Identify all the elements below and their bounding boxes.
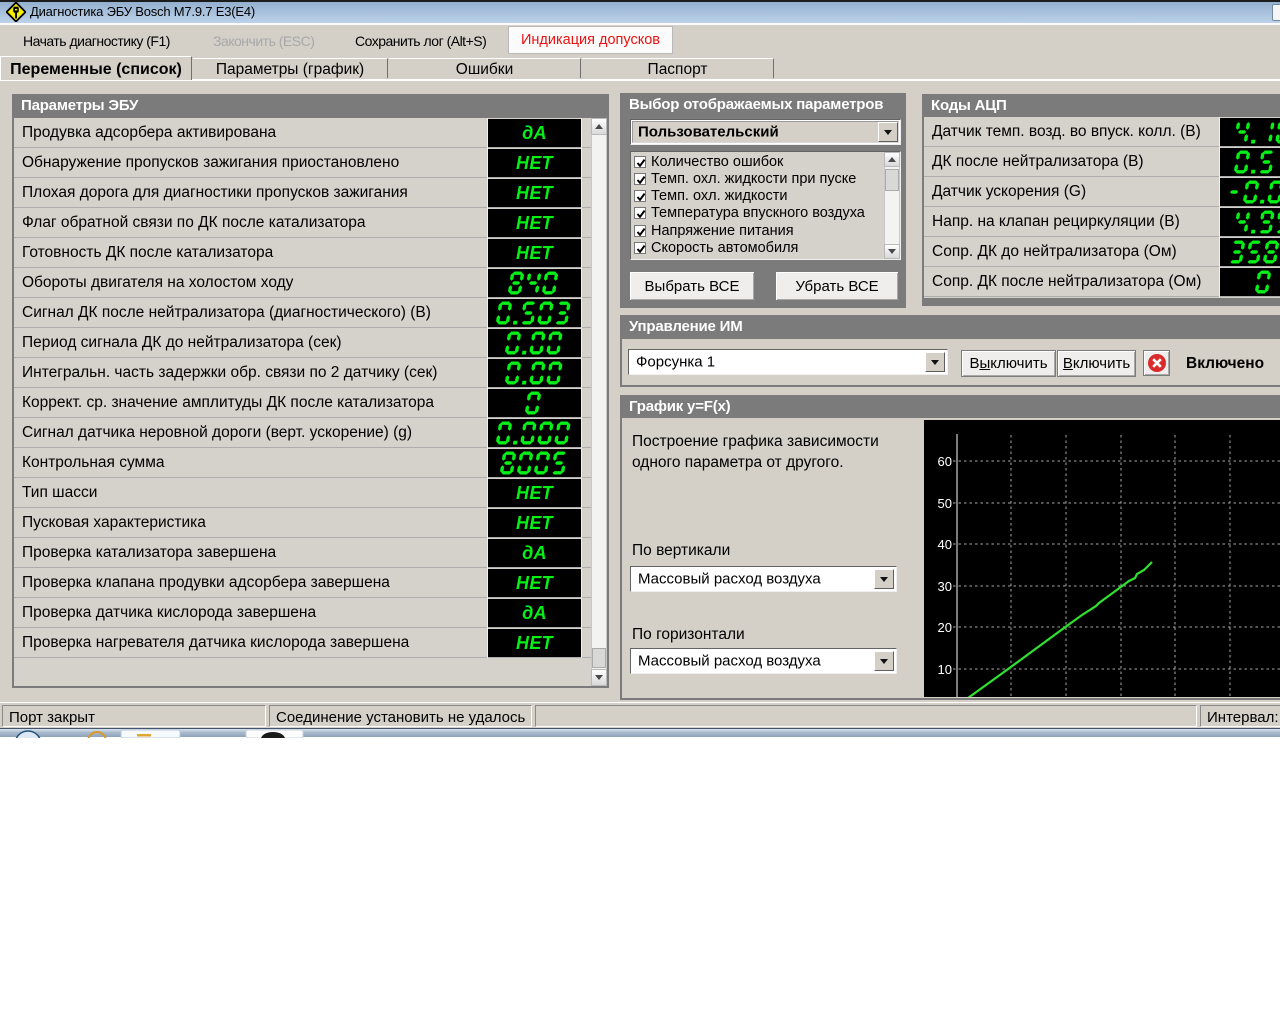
svg-text:30: 30	[938, 579, 952, 594]
svg-text:10: 10	[938, 662, 952, 677]
svg-text:60: 60	[938, 454, 952, 469]
svg-text:20: 20	[938, 620, 952, 635]
svg-text:50: 50	[938, 496, 952, 511]
svg-text:40: 40	[938, 537, 952, 552]
